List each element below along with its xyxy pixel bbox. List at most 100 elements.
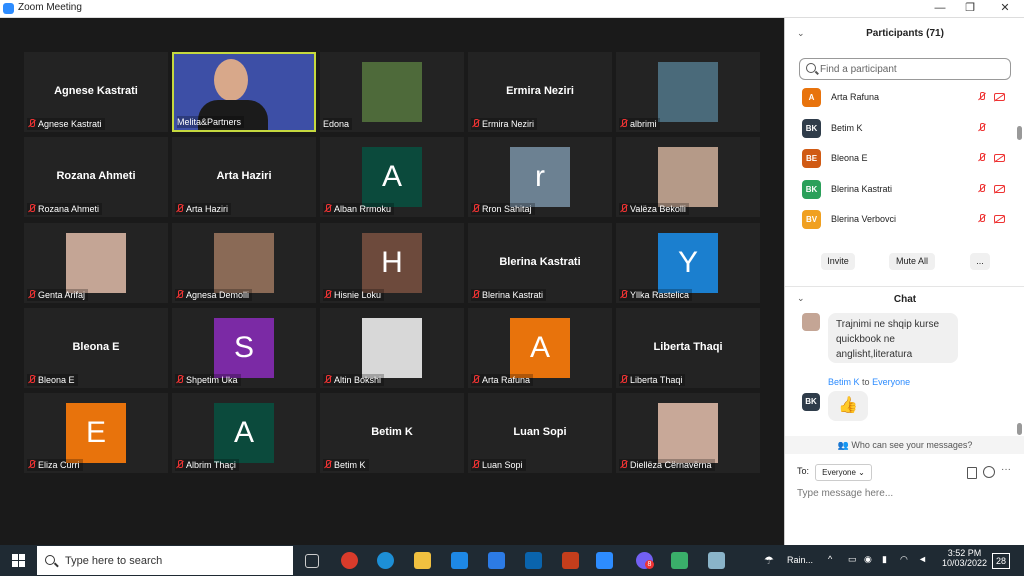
minimize-button[interactable]: —	[925, 0, 955, 17]
who-can-see-link[interactable]: 👥 Who can see your messages?	[785, 436, 1024, 454]
participant-search-input[interactable]: Find a participant	[799, 58, 1011, 80]
video-tile[interactable]: H Hisnie Loku	[320, 223, 464, 303]
mic-muted-icon	[323, 375, 332, 385]
invite-button[interactable]: Invite	[821, 253, 855, 270]
tile-profile-photo	[362, 62, 422, 122]
video-tile[interactable]: A Arta Rafuna	[468, 308, 612, 388]
slack-icon[interactable]	[671, 552, 688, 569]
store-icon[interactable]	[488, 552, 505, 569]
weather-label[interactable]: Rain...	[787, 555, 813, 565]
tile-name-label: Hisnie Loku	[334, 290, 382, 300]
windows-taskbar: Type here to search 8 ☂ Rain... ^ ▭ ◉ ▮ …	[0, 545, 1024, 576]
participant-avatar: BV	[802, 210, 821, 229]
video-tile[interactable]: E Eliza Curri	[24, 393, 168, 473]
video-tile[interactable]: Y Yllka Rastelica	[616, 223, 760, 303]
file-explorer-icon[interactable]	[414, 552, 431, 569]
chat-message-input[interactable]: Type message here...	[797, 488, 893, 499]
video-tile[interactable]: Agnese Kastrati Agnese Kastrati	[24, 52, 168, 132]
taskbar-search-input[interactable]: Type here to search	[37, 546, 293, 575]
powerpoint-icon[interactable]	[562, 552, 579, 569]
tile-letter-avatar: A	[362, 147, 422, 207]
tile-nameplate: Hisnie Loku	[323, 289, 385, 301]
tile-center-name: Betim K	[371, 426, 413, 438]
tile-name-label: Agnesa Demolli	[186, 290, 250, 300]
tile-nameplate: Altin Bokshi	[323, 374, 385, 386]
clock[interactable]: 3:52 PM 10/03/2022	[942, 548, 987, 568]
video-tile[interactable]: Liberta Thaqi Liberta Thaqi	[616, 308, 760, 388]
chat-sender-line: Betim K to Everyone	[828, 377, 910, 387]
video-tile[interactable]: Luan Sopi Luan Sopi	[468, 393, 612, 473]
mic-muted-icon	[27, 119, 36, 129]
tile-letter-avatar: Y	[658, 233, 718, 293]
emoji-icon[interactable]	[983, 466, 995, 478]
mute-all-button[interactable]: Mute All	[889, 253, 935, 270]
chat-sender-to-word: to	[862, 377, 870, 387]
mic-muted-icon	[27, 460, 36, 470]
close-button[interactable]: ✕	[990, 0, 1020, 17]
tile-center-name: Bleona E	[72, 341, 120, 353]
meet-icon[interactable]: ▭	[848, 554, 857, 565]
video-tile[interactable]: Melita&Partners	[172, 52, 316, 132]
video-tile[interactable]: Arta Haziri Arta Haziri	[172, 137, 316, 217]
recipient-dropdown[interactable]: Everyone ⌄	[815, 464, 872, 481]
outlook-icon[interactable]	[525, 552, 542, 569]
chrome-icon[interactable]	[341, 552, 358, 569]
video-tile[interactable]: albrimi	[616, 52, 760, 132]
restore-button[interactable]: ❐	[955, 0, 985, 17]
tile-name-label: Liberta Thaqi	[630, 375, 683, 385]
video-tile[interactable]: Agnesa Demolli	[172, 223, 316, 303]
video-tile[interactable]: Blerina Kastrati Blerina Kastrati	[468, 223, 612, 303]
viber-icon[interactable]: 8	[636, 552, 654, 569]
tile-profile-photo	[658, 147, 718, 207]
video-tile[interactable]: Valëza Bekolli	[616, 137, 760, 217]
participant-row[interactable]: BE Bleona E	[799, 147, 1019, 171]
wifi-icon[interactable]: ◠	[900, 554, 908, 565]
tile-name-label: Yllka Rastelica	[630, 290, 690, 300]
chevron-down-icon: ⌄	[858, 468, 865, 477]
tile-profile-photo	[658, 62, 718, 122]
mail-icon[interactable]	[451, 552, 468, 569]
video-tile[interactable]: A Albrim Thaçi	[172, 393, 316, 473]
zoom-taskbar-icon[interactable]	[596, 552, 613, 569]
mic-muted-icon	[619, 204, 628, 214]
mic-muted-icon	[27, 375, 36, 385]
mic-tray-icon[interactable]: ◉	[864, 554, 872, 565]
participants-title: Participants (71)	[866, 28, 944, 39]
mic-muted-icon	[619, 119, 628, 129]
participant-row[interactable]: BV Blerina Verbovci	[799, 208, 1019, 232]
video-tile[interactable]: A Alban Rrmoku	[320, 137, 464, 217]
file-icon[interactable]	[967, 467, 977, 479]
participant-row[interactable]: BK Betim K	[799, 117, 1019, 141]
video-tile[interactable]: Altin Bokshi	[320, 308, 464, 388]
windows-start-icon[interactable]	[12, 554, 26, 568]
tile-name-label: Rron Sahitaj	[482, 204, 532, 214]
task-view-icon[interactable]	[305, 554, 319, 568]
more-options-button[interactable]: ...	[970, 253, 990, 270]
video-tile[interactable]: Bleona E Bleona E	[24, 308, 168, 388]
more-icon[interactable]: ···	[1001, 464, 1011, 475]
video-tile[interactable]: S Shpetim Uka	[172, 308, 316, 388]
participant-avatar: A	[802, 88, 821, 107]
tray-chevron-up-icon[interactable]: ^	[828, 554, 832, 564]
video-tile[interactable]: Rozana Ahmeti Rozana Ahmeti	[24, 137, 168, 217]
video-tile[interactable]: Genta Arifaj	[24, 223, 168, 303]
tile-center-name: Ermira Neziri	[506, 85, 574, 97]
tile-name-label: Rozana Ahmeti	[38, 204, 100, 214]
chat-scrollbar[interactable]	[1017, 423, 1022, 435]
video-tile[interactable]: Betim K Betim K	[320, 393, 464, 473]
edge-icon[interactable]	[377, 552, 394, 569]
video-tile[interactable]: Edona	[320, 52, 464, 132]
video-tile[interactable]: r Rron Sahitaj	[468, 137, 612, 217]
participant-row[interactable]: BK Blerina Kastrati	[799, 178, 1019, 202]
battery-icon[interactable]: ▮	[882, 554, 887, 565]
video-tile[interactable]: Diellëza Cërnavërna	[616, 393, 760, 473]
video-tile[interactable]: Ermira Neziri Ermira Neziri	[468, 52, 612, 132]
tile-profile-photo	[214, 233, 274, 293]
volume-icon[interactable]: ◄	[918, 554, 927, 564]
participants-scrollbar[interactable]	[1017, 126, 1022, 140]
participant-row[interactable]: A Arta Rafuna	[799, 86, 1019, 110]
mic-muted-icon	[977, 153, 986, 163]
notifications-icon[interactable]: 28	[992, 553, 1010, 569]
sticky-notes-icon[interactable]	[708, 552, 725, 569]
tile-name-label: Agnese Kastrati	[38, 119, 102, 129]
